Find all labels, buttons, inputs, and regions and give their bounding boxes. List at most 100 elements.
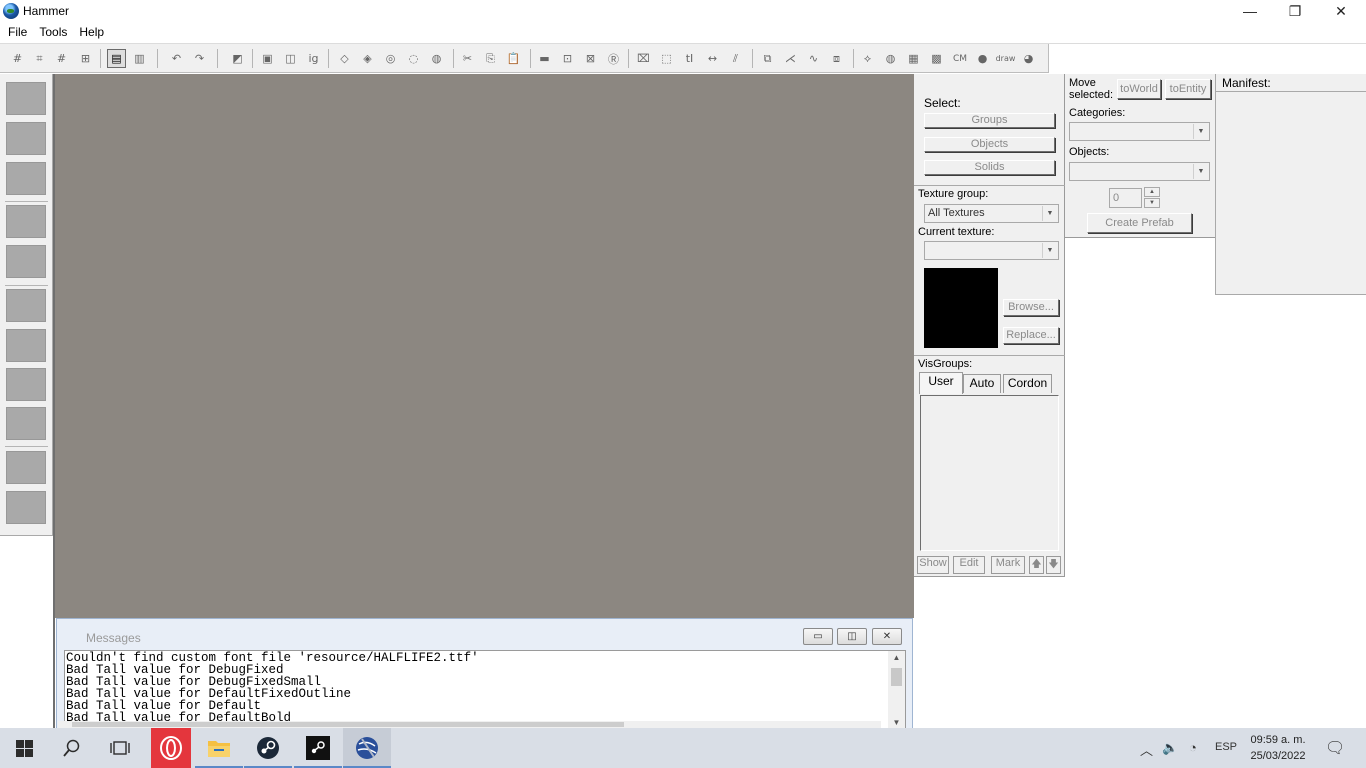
taskbar-hammer[interactable] xyxy=(343,728,391,768)
copy-icon[interactable]: ⎘ xyxy=(481,49,500,68)
current-texture-combo[interactable]: ▼ xyxy=(924,241,1059,260)
block-tool-button[interactable] xyxy=(6,245,46,278)
horizontal-scroll-thumb[interactable] xyxy=(72,722,624,727)
taskbar-file-explorer[interactable] xyxy=(195,728,243,768)
start-button[interactable] xyxy=(0,728,48,768)
select-groups-button[interactable]: Groups xyxy=(924,113,1055,128)
texture-apply-icon[interactable]: ▦ xyxy=(904,49,923,68)
show-hidden-icons-icon[interactable]: ︿ xyxy=(1140,740,1153,759)
cordon-icon[interactable]: ⧉ xyxy=(758,49,777,68)
visgroup-show-button[interactable]: Show xyxy=(917,556,949,574)
tab-user[interactable]: User xyxy=(919,372,963,394)
menu-help[interactable]: Help xyxy=(73,22,110,43)
paste-icon[interactable]: 📋 xyxy=(504,49,523,68)
texture-lock-icon[interactable]: ▤ xyxy=(107,49,126,68)
cm-icon[interactable]: CM xyxy=(949,49,971,68)
vertex-tool-button[interactable] xyxy=(6,451,46,484)
restore-button[interactable]: ❐ xyxy=(1272,0,1318,22)
transform-icon[interactable]: tI xyxy=(680,49,699,68)
map-viewport[interactable] xyxy=(55,74,914,618)
messages-scrollbar[interactable]: ▲ ▼ xyxy=(888,651,905,728)
select-all-icon[interactable]: ◌ xyxy=(404,49,423,68)
path-tool-button[interactable] xyxy=(6,491,46,524)
messages-close-button[interactable]: ✕ xyxy=(872,628,902,645)
replace-button[interactable]: Replace... xyxy=(1003,327,1059,344)
scroll-up-icon[interactable]: ▲ xyxy=(888,651,905,665)
visgroup-mark-button[interactable]: Mark xyxy=(991,556,1025,574)
radius-culling-icon[interactable]: Ⓡ xyxy=(604,49,623,68)
merge-icon[interactable]: ⧈ xyxy=(827,49,846,68)
toggle-solid-icon[interactable]: ▬ xyxy=(535,49,554,68)
move-to-world-icon[interactable]: ⊠ xyxy=(581,49,600,68)
scroll-thumb[interactable] xyxy=(891,668,902,686)
show-all-icon[interactable]: ◎ xyxy=(381,49,400,68)
tab-cordon[interactable]: Cordon xyxy=(1003,374,1052,393)
menu-file[interactable]: File xyxy=(2,22,33,43)
grid-dots-icon[interactable]: # xyxy=(52,49,71,68)
tab-auto[interactable]: Auto xyxy=(963,374,1001,393)
smooth-icon[interactable]: ∿ xyxy=(804,49,823,68)
volume-icon[interactable]: 🔈 xyxy=(1162,740,1178,756)
group-icon[interactable]: ▣ xyxy=(258,49,277,68)
split-icon[interactable]: ⋌ xyxy=(781,49,800,68)
categories-combo[interactable]: ▼ xyxy=(1069,122,1210,141)
decal-icon[interactable]: ● xyxy=(973,49,992,68)
grid-plus-icon[interactable]: ⊞ xyxy=(76,49,95,68)
visgroups-list[interactable] xyxy=(920,395,1059,551)
move-down-icon[interactable]: 🡇 xyxy=(1046,556,1061,574)
objects-combo[interactable]: ▼ xyxy=(1069,162,1210,181)
ungroup-icon[interactable]: ◫ xyxy=(281,49,300,68)
selection-tool-button[interactable] xyxy=(6,82,46,115)
hide-unselected-icon[interactable]: ◈ xyxy=(358,49,377,68)
select-box-icon[interactable]: ⬚ xyxy=(657,49,676,68)
chevron-down-icon[interactable]: ▼ xyxy=(1193,164,1208,179)
sphere-icon[interactable]: ◍ xyxy=(881,49,900,68)
language-indicator[interactable]: ESP xyxy=(1215,741,1237,753)
ignore-groups-icon[interactable]: ig xyxy=(304,49,323,68)
align-icon[interactable]: ↔ xyxy=(703,49,722,68)
chevron-down-icon[interactable]: ▼ xyxy=(1042,206,1057,221)
flip-icon[interactable]: ⫽ xyxy=(726,49,745,68)
hide-selected-icon[interactable]: ◇ xyxy=(335,49,354,68)
quick-select-icon[interactable]: ◍ xyxy=(427,49,446,68)
select-solids-button[interactable]: Solids xyxy=(924,160,1055,175)
notifications-icon[interactable]: 🗨 xyxy=(1325,738,1345,758)
select-objects-button[interactable]: Objects xyxy=(924,137,1055,152)
magnify-tool-button[interactable] xyxy=(6,122,46,155)
messages-maximize-button[interactable]: ◫ xyxy=(837,628,867,645)
close-button[interactable]: ✕ xyxy=(1318,0,1364,22)
texture-group-combo[interactable]: All Textures ▼ xyxy=(924,204,1059,223)
cut-icon[interactable]: ✂ xyxy=(458,49,477,68)
messages-log[interactable]: Couldn't find custom font file 'resource… xyxy=(64,650,906,729)
grid-3d-icon[interactable]: ⌗ xyxy=(30,49,49,68)
task-view-button[interactable] xyxy=(96,728,144,768)
spin-up-icon[interactable]: ▲ xyxy=(1144,187,1160,197)
messages-horizontal-scrollbar[interactable] xyxy=(58,721,881,728)
undo-icon[interactable]: ↶ xyxy=(167,49,186,68)
clip-tool-button[interactable] xyxy=(6,407,46,440)
prefab-count-input[interactable]: 0 xyxy=(1109,188,1142,208)
decal-tool-button[interactable] xyxy=(6,368,46,401)
draw-icon[interactable]: draw xyxy=(996,49,1016,68)
texture-lock-scale-icon[interactable]: ▥ xyxy=(130,49,149,68)
search-button[interactable] xyxy=(48,728,96,768)
menu-tools[interactable]: Tools xyxy=(33,22,73,43)
create-prefab-button[interactable]: Create Prefab xyxy=(1087,213,1192,233)
displacement-icon[interactable]: ⟡ xyxy=(858,49,877,68)
messages-minimize-button[interactable]: ▭ xyxy=(803,628,833,645)
system-clock[interactable]: 09:59 a. m. 25/03/2022 xyxy=(1243,732,1313,764)
network-icon[interactable]: ◔ xyxy=(1189,740,1197,755)
texture-tool-button[interactable] xyxy=(6,289,46,322)
minimize-button[interactable]: — xyxy=(1227,0,1273,22)
visgroup-edit-button[interactable]: Edit xyxy=(953,556,985,574)
to-world-button[interactable]: toWorld xyxy=(1117,79,1161,99)
apply-texture-button[interactable] xyxy=(6,329,46,362)
quick-hide-icon[interactable]: ▩ xyxy=(927,49,946,68)
entity-report-icon[interactable]: ◕ xyxy=(1019,49,1038,68)
tie-to-entity-icon[interactable]: ⊡ xyxy=(558,49,577,68)
chevron-down-icon[interactable]: ▼ xyxy=(1193,124,1208,139)
taskbar-steam-tool[interactable] xyxy=(294,728,342,768)
move-up-icon[interactable]: 🡅 xyxy=(1029,556,1044,574)
chevron-down-icon[interactable]: ▼ xyxy=(1042,243,1057,258)
spin-down-icon[interactable]: ▼ xyxy=(1144,198,1160,208)
